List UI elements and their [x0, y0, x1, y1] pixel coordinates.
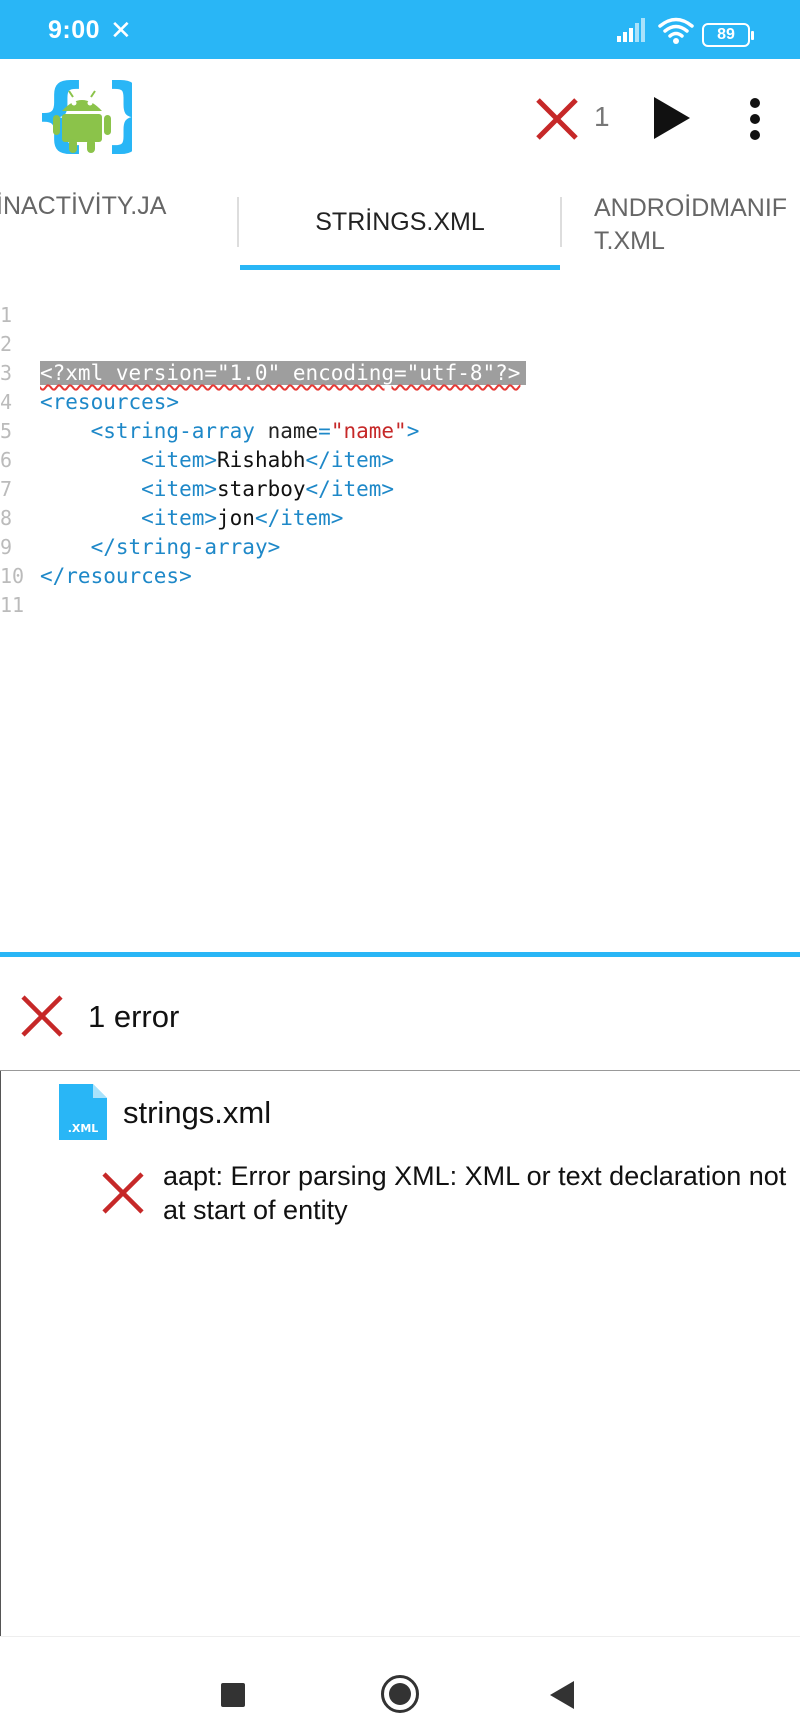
file-icon-label: .XML — [68, 1122, 99, 1135]
tab-mainactivity[interactable]: İNACTİVİTY.JA — [0, 177, 234, 272]
signal-icon — [617, 18, 645, 42]
code-line: 6 <item>starboy</item> — [0, 448, 395, 501]
code-line: 7 <item>jon</item> — [0, 477, 344, 530]
problem-message: aapt: Error parsing XML: XML or text dec… — [163, 1161, 787, 1225]
code-line: 10 — [0, 533, 800, 588]
system-nav-bar — [0, 1636, 800, 1733]
error-icon[interactable] — [534, 96, 580, 142]
xml-file-icon: .XML — [59, 1084, 107, 1140]
code-line: 3 <resources> — [0, 330, 800, 414]
code-line: 11 — [0, 562, 800, 617]
error-summary: 1 error — [88, 999, 180, 1034]
play-icon[interactable] — [652, 95, 692, 141]
battery-indicator: 89 — [702, 23, 754, 47]
more-vert-icon[interactable] — [740, 97, 770, 141]
tab-label: T.XML — [594, 227, 665, 255]
home-icon[interactable] — [381, 1675, 419, 1713]
code-line: 1 — [0, 272, 800, 327]
back-icon[interactable] — [550, 1681, 574, 1709]
tab-active-indicator — [240, 265, 560, 270]
problems-list: .XML strings.xml aapt: Error parsing XML… — [0, 1071, 800, 1636]
code-line: 8 </string-array> — [0, 475, 800, 559]
code-line: 4 <string-array name="name"> — [0, 390, 420, 443]
tab-divider — [560, 197, 562, 247]
code-line: 2 <?xml version="1.0" encoding="utf-8"?> — [0, 301, 800, 385]
status-bar: 9:00 ✕ 89 — [0, 0, 800, 59]
line-number: 11 — [0, 593, 25, 617]
tab-label: ANDROİDMANIF — [594, 194, 788, 222]
problems-header[interactable]: 1 error — [0, 957, 800, 1071]
file-tabs: İNACTİVİTY.JA STRİNGS.XML ANDROİDMANIF T… — [0, 177, 800, 272]
app-toolbar: { } 1 — [0, 59, 800, 177]
tab-androidmanifest[interactable]: ANDROİDMANIF T.XML — [594, 177, 800, 272]
tab-divider — [237, 197, 239, 247]
problem-file-name: strings.xml — [123, 1095, 272, 1130]
error-icon — [102, 1172, 144, 1214]
code-line: 9 </resources> — [0, 504, 800, 588]
tab-label: STRİNGS.XML — [315, 208, 485, 236]
wifi-icon — [658, 17, 694, 44]
error-count[interactable]: 1 — [594, 101, 610, 133]
code-line: 5 <item>Rishabh</item> — [0, 419, 395, 472]
error-icon — [21, 995, 63, 1037]
status-time: 9:00 — [48, 16, 101, 44]
tab-label: İNACTİVİTY.JA — [0, 192, 167, 220]
android-app-logo: { } — [32, 71, 132, 160]
recents-icon[interactable] — [221, 1683, 245, 1707]
code-editor[interactable]: 1 2 <?xml version="1.0" encoding="utf-8"… — [0, 272, 800, 952]
tab-strings-xml[interactable]: STRİNGS.XML — [240, 177, 560, 272]
close-icon: ✕ — [110, 15, 132, 45]
